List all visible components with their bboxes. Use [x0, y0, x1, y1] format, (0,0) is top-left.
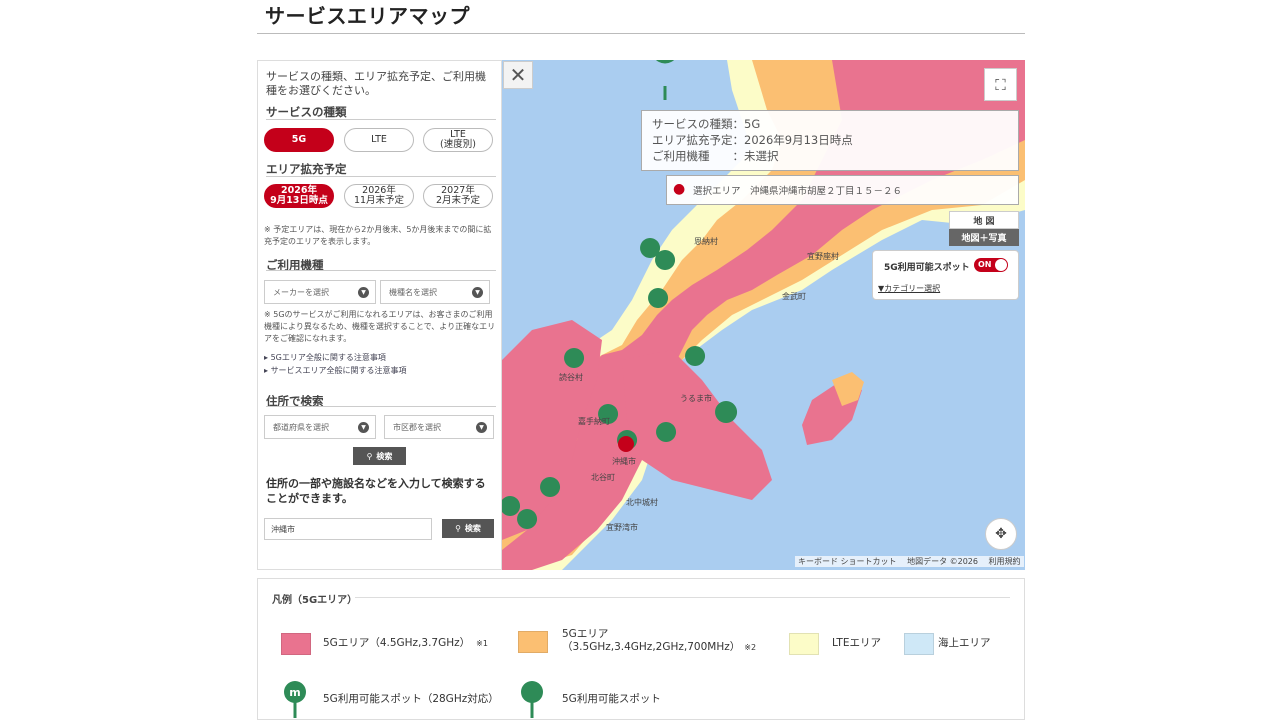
place-label-kin: 金武町 — [782, 291, 806, 301]
page-title: サービスエリアマップ — [265, 4, 470, 28]
place-label-kadena: 嘉手納町 — [578, 416, 610, 426]
device-rule — [266, 270, 496, 271]
fullscreen-icon: ⛶ — [995, 75, 1006, 94]
legend-label-mid5g: 5Gエリア （3.5GHz,3.4GHz,2GHz,700MHz） ※2 — [562, 628, 757, 653]
location-marker-icon: ● — [673, 181, 686, 197]
title-divider — [257, 33, 1025, 34]
expansion-note: ※ 予定エリアは、現在から2か月後末、5か月後末までの間に拡充予定のエリアを表示… — [264, 225, 492, 246]
place-label-ginoza: 宜野座村 — [807, 251, 839, 261]
close-panel-button[interactable]: ✕ — [503, 61, 533, 89]
selected-area-box: ● 選択エリア 沖縄県沖縄市胡屋２丁目１５－２６ — [666, 175, 1019, 205]
chevron-down-icon: ▼ — [358, 422, 369, 433]
maker-select[interactable]: メーカーを選択 ▼ — [264, 280, 376, 304]
place-label-okinawa: 沖縄市 — [612, 456, 636, 466]
map-footer: キーボード ショートカット 地図データ ©2026 利用規約 — [795, 556, 1024, 567]
toggle-knob — [995, 259, 1007, 271]
legend-label-sea: 海上エリア — [938, 637, 991, 649]
service-5g-button[interactable]: 5G — [264, 128, 334, 152]
info-service: サービスの種類：5G — [652, 117, 761, 131]
legend-swatch-lte — [789, 633, 819, 655]
recenter-button[interactable]: ✥ — [985, 518, 1017, 550]
selected-area-text: 選択エリア 沖縄県沖縄市胡屋２丁目１５－２６ — [693, 186, 903, 197]
legend-label-spot28: 5G利用可能スポット（28GHz対応） — [323, 693, 499, 705]
free-search-description: 住所の一部や施設名などを入力して検索することができます。 — [266, 477, 486, 505]
expansion-feb-button[interactable]: 2027年 2月末予定 — [423, 184, 493, 208]
high-5g-area-central — [622, 350, 772, 500]
expansion-rule — [266, 176, 496, 177]
legend-label-high5g: 5Gエリア（4.5GHz,3.7GHz） ※1 — [323, 637, 488, 649]
notice-link-5g[interactable]: ▸ 5Gエリア全般に関する注意事項 — [264, 352, 386, 363]
pin-m-icon: m — [284, 681, 306, 718]
free-search-button[interactable]: ⚲ 検索 — [442, 519, 494, 538]
device-note: ※ 5Gのサービスがご利用になれるエリアは、お客さまのご利用機種により異なるため… — [264, 310, 496, 343]
legend-label-lte: LTEエリア — [832, 637, 881, 649]
locate-icon: ✥ — [995, 526, 1007, 542]
legend-title: 凡例（5Gエリア） — [272, 595, 358, 606]
legend-swatch-sea — [904, 633, 934, 655]
expansion-current-button[interactable]: 2026年 9月13日時点 — [264, 184, 334, 208]
legend-label-spot: 5G利用可能スポット — [562, 693, 661, 705]
chevron-down-icon: ▼ — [358, 287, 369, 298]
prefecture-select[interactable]: 都道府県を選択 ▼ — [264, 415, 376, 439]
place-label-uruma: うるま市 — [680, 393, 712, 403]
search-icon: ⚲ — [366, 451, 373, 461]
search-icon: ⚲ — [455, 524, 461, 533]
category-select-link[interactable]: ▼カテゴリー選択 — [878, 283, 940, 294]
svg-text:m: m — [289, 686, 300, 699]
service-lte-button[interactable]: LTE — [344, 128, 414, 152]
legend-swatch-high5g — [281, 633, 311, 655]
place-label-chatan: 北谷町 — [591, 473, 615, 482]
notice-link-service[interactable]: ▸ サービスエリア全般に関する注意事項 — [264, 365, 407, 376]
map-info-box: サービスの種類：5G エリア拡充予定：2026年9月13日時点 ご利用機種 ：未… — [641, 110, 1019, 171]
address-search-button[interactable]: ⚲ 検索 — [353, 447, 406, 465]
address-rule — [266, 406, 496, 407]
info-expansion: エリア拡充予定：2026年9月13日時点 — [652, 133, 853, 147]
close-icon: ✕ — [509, 63, 527, 87]
fullscreen-button[interactable]: ⛶ — [984, 68, 1017, 101]
selected-marker — [618, 436, 634, 452]
model-select[interactable]: 機種名を選択 ▼ — [380, 280, 490, 304]
free-search-input[interactable]: 沖縄市 — [264, 518, 432, 540]
spot-toggle-box: 5G利用可能スポット ON ▼カテゴリー選択 — [872, 250, 1019, 300]
map-type-photo-button[interactable]: 地図＋写真 — [949, 229, 1019, 246]
map-type-map-button[interactable]: 地 図 — [949, 211, 1019, 229]
place-label-yomitan: 読谷村 — [559, 372, 583, 382]
place-label-ginowan: 宜野湾市 — [606, 522, 638, 532]
place-label-onna: 恩納村 — [694, 236, 718, 246]
city-select[interactable]: 市区郡を選択 ▼ — [384, 415, 494, 439]
chevron-down-icon: ▼ — [472, 287, 483, 298]
info-device: ご利用機種 ：未選択 — [652, 149, 779, 163]
expansion-nov-button[interactable]: 2026年 11月末予定 — [344, 184, 414, 208]
service-heading: サービスの種類 — [266, 105, 347, 119]
expansion-heading: エリア拡充予定 — [266, 162, 347, 176]
pin-icon — [521, 681, 543, 718]
service-rule — [266, 119, 496, 120]
legend-rule — [355, 597, 1010, 598]
place-label-kitanakagusuku: 北中城村 — [626, 497, 658, 507]
legend-swatch-mid5g — [518, 631, 548, 653]
service-lte-speed-button[interactable]: LTE (速度別) — [423, 128, 493, 152]
panel-intro: サービスの種類、エリア拡充予定、ご利用機種をお選びください。 — [266, 70, 486, 97]
chevron-down-icon: ▼ — [476, 422, 487, 433]
spot-toggle-switch[interactable]: ON — [974, 258, 1008, 272]
spot-toggle-label: 5G利用可能スポット — [884, 263, 970, 273]
